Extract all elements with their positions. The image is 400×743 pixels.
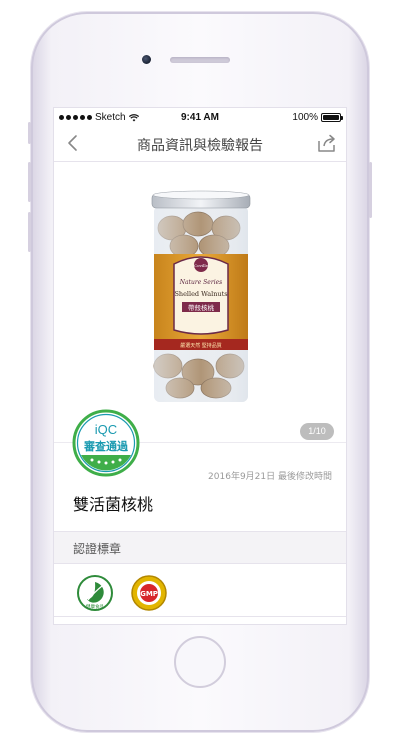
health-food-badge-text: 健康食品 xyxy=(86,603,104,610)
status-right: 100% xyxy=(292,112,343,123)
certification-section-header: 認證標章 xyxy=(54,531,346,564)
battery-fill xyxy=(323,115,339,120)
mute-switch xyxy=(28,122,31,144)
badge-latin-text: iQC xyxy=(94,422,118,437)
power-button xyxy=(369,162,372,218)
certification-section-title: 認證標章 xyxy=(73,542,122,556)
battery-icon xyxy=(321,113,343,122)
jar-name-en: Shelled Walnuts xyxy=(174,290,227,298)
image-page-indicator: 1/10 xyxy=(300,423,334,440)
product-name: 雙活菌核桃 xyxy=(73,495,154,514)
front-camera xyxy=(142,55,151,64)
jar-series-text: Nature Series xyxy=(179,279,223,286)
battery-percent: 100% xyxy=(292,112,318,123)
earpiece-speaker xyxy=(170,57,230,63)
jar-name-zh: 帶殼核桃 xyxy=(188,303,215,312)
app-screen: Sketch 9:41 AM 100% 商品資訊與檢驗報告 嚴選天然 堅持品質 … xyxy=(53,107,347,625)
certification-badges-row: 健康食品 GMP xyxy=(54,564,346,622)
status-bar: Sketch 9:41 AM 100% xyxy=(54,108,346,126)
gmp-badge[interactable]: GMP xyxy=(130,574,168,612)
jar-brand-text: Coville xyxy=(194,263,209,268)
home-button[interactable] xyxy=(174,636,226,688)
badge-cjk-text: 審查通過 xyxy=(84,440,128,453)
volume-up-button xyxy=(28,162,31,202)
volume-down-button xyxy=(28,212,31,252)
health-food-badge[interactable]: 健康食品 xyxy=(76,574,114,612)
product-image[interactable]: 嚴選天然 堅持品質 Coville Nature Series Shelled … xyxy=(146,188,256,406)
page-title: 商品資訊與檢驗報告 xyxy=(137,138,263,154)
gmp-badge-text: GMP xyxy=(140,590,158,598)
jar-banner-text: 嚴選天然 堅持品質 xyxy=(180,342,222,349)
last-modified-time: 2016年9月21日 最後修改時間 xyxy=(208,472,332,482)
share-icon[interactable] xyxy=(316,132,338,154)
iqc-approved-badge: iQC 審查通過 xyxy=(72,409,140,477)
navigation-bar: 商品資訊與檢驗報告 xyxy=(54,126,346,162)
certification-bottom-divider xyxy=(54,616,346,617)
